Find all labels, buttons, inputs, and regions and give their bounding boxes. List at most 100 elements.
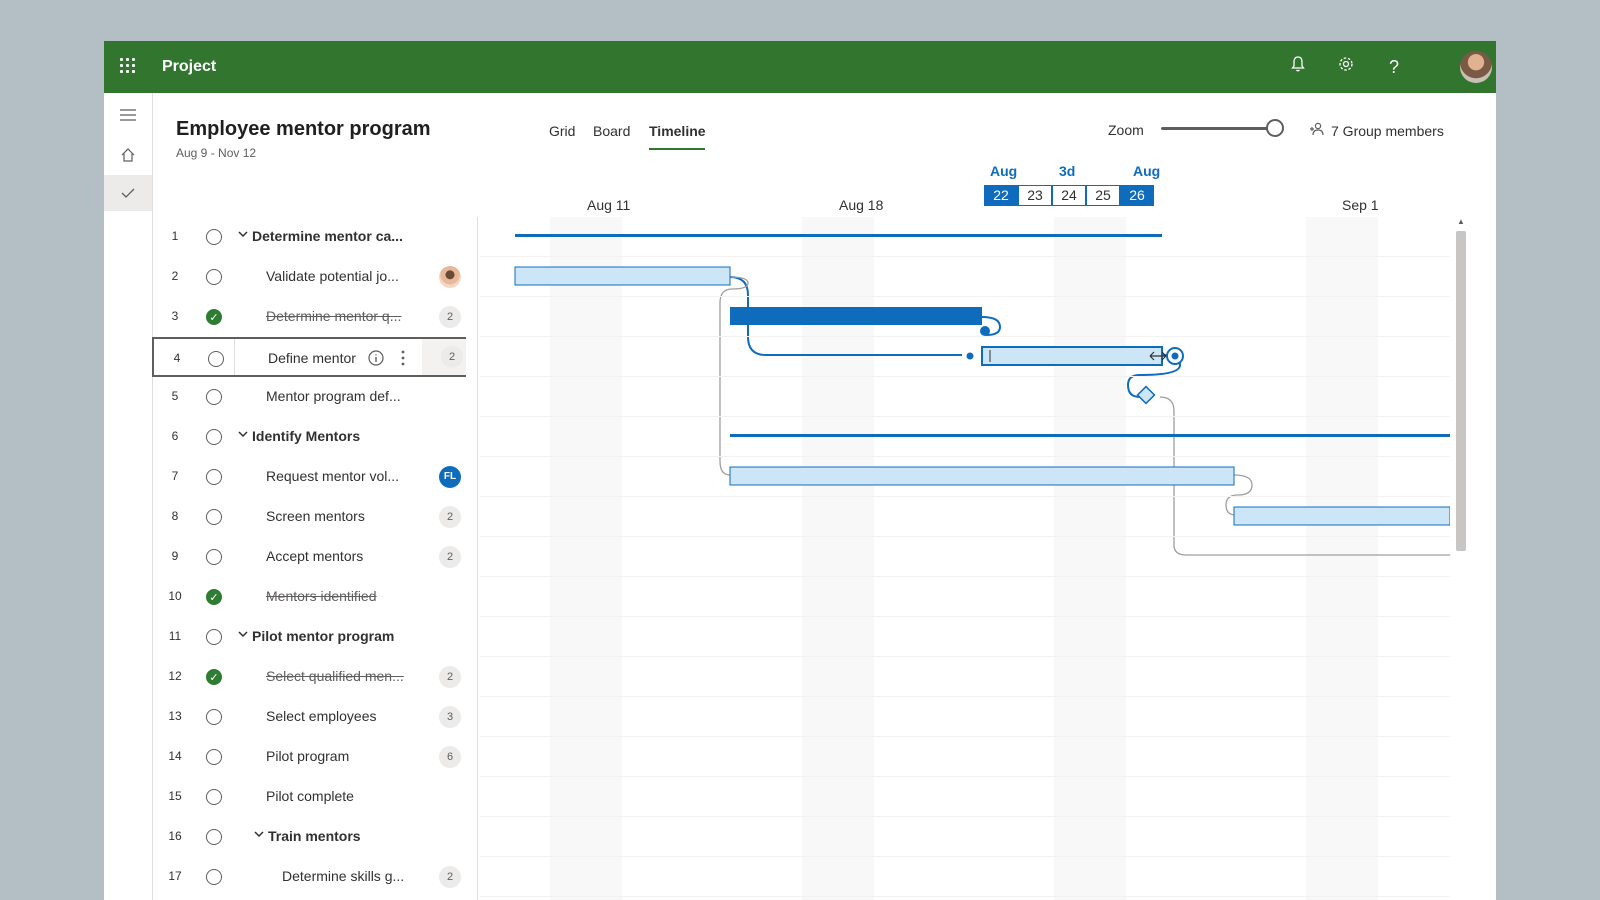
task-row-14[interactable]: 14 Pilot program 6 [152,737,466,777]
task-row-12[interactable]: 12 ✓ Select qualified men... 2 [152,657,466,697]
complete-checkbox-icon[interactable] [206,789,222,805]
day-cell-26: 26 [1120,185,1154,206]
app-window: Project ? Employee mentor program Aug 9 … [104,41,1496,900]
task-name[interactable]: Accept mentors [266,548,363,564]
task-row-15[interactable]: 15 Pilot complete [152,777,466,817]
complete-checkbox-icon[interactable] [206,549,222,565]
zoom-slider-track[interactable] [1161,127,1276,130]
task-name[interactable]: Identify Mentors [252,428,360,444]
task-row-11[interactable]: 11 Pilot mentor program [152,617,466,657]
task-bar-7 [729,466,1235,486]
task-name[interactable]: Pilot complete [266,788,354,804]
complete-checkbox-icon[interactable]: ✓ [206,589,222,605]
cell-divider [234,339,235,375]
help-icon[interactable]: ? [1382,55,1406,79]
day-cell-22: 22 [984,185,1018,206]
complete-checkbox-icon[interactable] [208,351,224,367]
complete-checkbox-icon[interactable] [206,389,222,405]
task-name[interactable]: Screen mentors [266,508,365,524]
task-row-16[interactable]: 16 Train mentors [152,817,466,857]
task-row-6[interactable]: 6 Identify Mentors [152,417,466,457]
timeline-row-line [480,896,1450,897]
task-name[interactable]: Determine mentor ca... [252,228,403,244]
assignee-badge[interactable]: 2 [441,346,463,368]
zoom-slider-thumb[interactable] [1266,119,1284,137]
collapse-chevron-icon[interactable] [238,227,248,242]
task-name[interactable]: Pilot mentor program [252,628,394,644]
tab-timeline[interactable]: Timeline [649,123,706,139]
vertical-scrollbar[interactable]: ▲ [1454,217,1468,900]
task-name[interactable]: Define mentor [268,350,356,366]
complete-checkbox-icon[interactable] [206,629,222,645]
complete-checkbox-icon[interactable] [206,829,222,845]
complete-checkbox-icon[interactable] [206,269,222,285]
bell-icon[interactable] [1286,55,1310,79]
hamburger-menu-icon[interactable] [104,97,152,133]
task-row-1[interactable]: 1 Determine mentor ca... [152,217,466,257]
app-title[interactable]: Project [162,58,216,76]
row-number: 7 [171,469,179,483]
collapse-chevron-icon[interactable] [254,827,264,842]
complete-checkbox-icon[interactable] [206,509,222,525]
task-name[interactable]: Validate potential jo... [266,268,399,284]
task-row-10[interactable]: 10 ✓ Mentors identified [152,577,466,617]
complete-checkbox-icon[interactable] [206,709,222,725]
home-icon[interactable] [104,137,152,173]
app-launcher-icon[interactable] [118,56,138,76]
complete-checkbox-icon[interactable] [206,429,222,445]
assignee-badge[interactable]: 6 [439,746,461,768]
timeline-row-line [480,536,1450,537]
complete-checkbox-icon[interactable] [206,749,222,765]
complete-checkbox-icon[interactable]: ✓ [206,669,222,685]
task-bar-4 [981,346,1163,366]
task-row-9[interactable]: 9 Accept mentors 2 [152,537,466,577]
row-number: 2 [171,269,179,283]
panel-divider[interactable] [477,217,478,900]
timeline-row-line [480,656,1450,657]
tab-board[interactable]: Board [593,123,630,139]
more-options-icon[interactable] [400,349,406,370]
gear-icon[interactable] [1334,55,1358,79]
task-name[interactable]: Request mentor vol... [266,468,399,484]
task-name[interactable]: Mentor program def... [266,388,401,404]
tab-grid[interactable]: Grid [549,123,575,139]
info-icon[interactable] [368,350,384,369]
complete-checkbox-icon[interactable] [206,469,222,485]
gantt-svg [514,234,1450,556]
task-row-17[interactable]: 17 Determine skills g... 2 [152,857,466,897]
complete-checkbox-icon[interactable] [206,229,222,245]
assignee-badge[interactable]: 2 [439,866,461,888]
collapse-chevron-icon[interactable] [238,427,248,442]
complete-checkbox-icon[interactable] [206,869,222,885]
task-row-2[interactable]: 2 Validate potential jo... [152,257,466,297]
task-name[interactable]: Determine skills g... [282,868,404,884]
task-row-13[interactable]: 13 Select employees 3 [152,697,466,737]
group-members-button[interactable]: 7 Group members [1309,121,1444,140]
assignee-badge[interactable]: 2 [439,666,461,688]
assignee-badge[interactable]: FL [439,466,461,488]
checkmark-tasks-icon[interactable] [104,175,152,211]
task-row-5[interactable]: 5 Mentor program def... [152,377,466,417]
task-name[interactable]: Determine mentor q... [266,308,401,324]
collapse-chevron-icon[interactable] [238,627,248,642]
assignee-badge[interactable]: 2 [439,546,461,568]
assignee-badge[interactable]: 2 [439,306,461,328]
task-name[interactable]: Pilot program [266,748,349,764]
task-name[interactable]: Select employees [266,708,377,724]
assignee-badge[interactable]: 2 [439,506,461,528]
task-row-7[interactable]: 7 Request mentor vol... FL [152,457,466,497]
task-name[interactable]: Select qualified men... [266,668,404,684]
task-row-8[interactable]: 8 Screen mentors 2 [152,497,466,537]
task-name[interactable]: Mentors identified [266,588,377,604]
scrollbar-thumb[interactable] [1456,231,1466,551]
scroll-up-arrow-icon[interactable]: ▲ [1456,217,1466,229]
assignee-avatar[interactable] [439,266,461,288]
row-number: 11 [168,629,182,643]
complete-checkbox-icon[interactable]: ✓ [206,309,222,325]
assignee-badge[interactable]: 3 [439,706,461,728]
avatar[interactable] [1460,51,1492,83]
task-row-4[interactable]: 4 Define mentor 2 [152,337,466,377]
task-row-3[interactable]: 3 ✓ Determine mentor q... 2 [152,297,466,337]
task-name[interactable]: Train mentors [268,828,361,844]
row-number: 5 [171,389,179,403]
